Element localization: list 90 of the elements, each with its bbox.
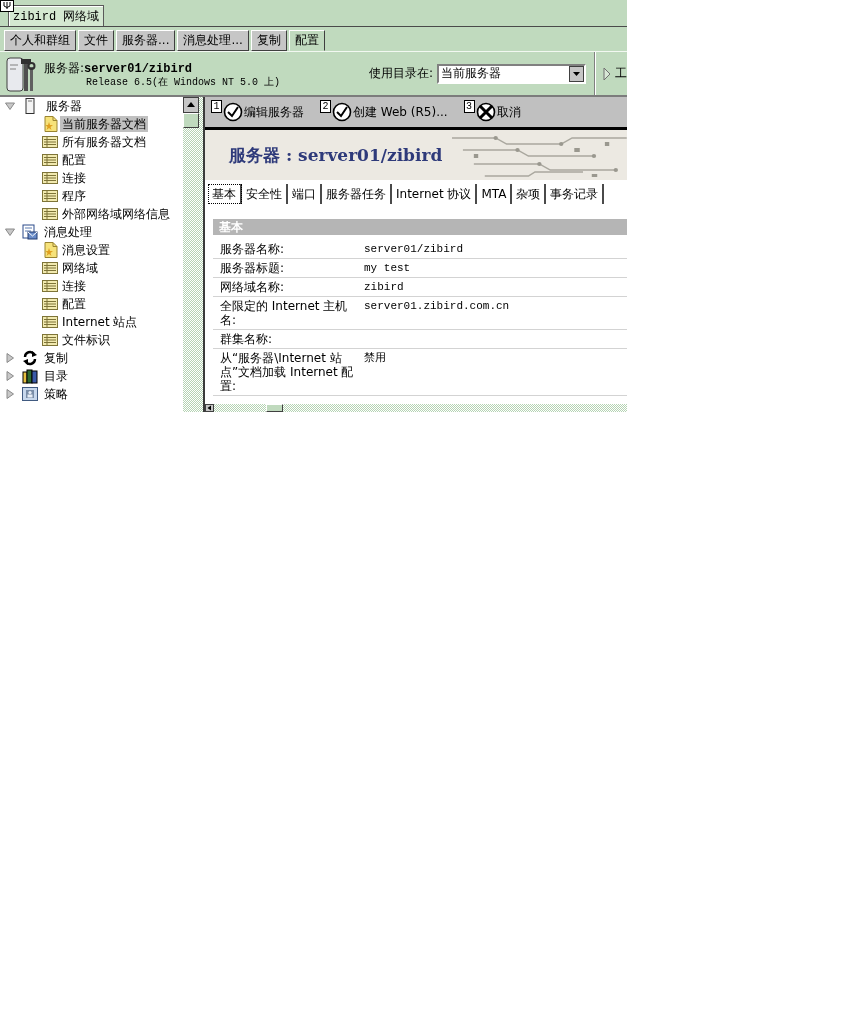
field-label: 服务器名称:: [220, 242, 286, 256]
action-button[interactable]: 3 取消: [461, 99, 523, 125]
form-tab[interactable]: 安全性: [242, 184, 288, 204]
collapse-arrow-icon[interactable]: [5, 101, 15, 111]
tree-item[interactable]: 连接: [60, 170, 88, 186]
step-number: 1: [211, 100, 222, 113]
tree-item[interactable]: 服务器: [44, 98, 84, 114]
scroll-thumb[interactable]: [183, 113, 199, 128]
field-value: 禁用: [364, 351, 386, 366]
directory-dropdown[interactable]: 当前服务器: [437, 63, 586, 84]
form-tab[interactable]: 服务器任务: [322, 184, 392, 204]
check-circle-icon: [332, 102, 352, 122]
tree-item[interactable]: 配置: [60, 296, 88, 312]
menu-tab[interactable]: 服务器...: [116, 30, 176, 51]
directory-label: 使用目录在:: [368, 65, 433, 82]
menu-tab[interactable]: 消息处理...: [177, 30, 249, 51]
vertical-scrollbar[interactable]: [183, 97, 199, 412]
horizontal-scrollbar[interactable]: [205, 404, 627, 412]
list-view-icon: [42, 136, 58, 148]
step-number: 2: [320, 100, 331, 113]
menu-tab[interactable]: 配置: [288, 30, 325, 51]
books-icon: [22, 368, 38, 384]
server-title: 服务器:server01/zibird: [44, 62, 194, 76]
expand-arrow-icon[interactable]: [5, 371, 15, 381]
step-number: 3: [463, 100, 475, 113]
tree-item[interactable]: 配置: [60, 152, 88, 168]
field-value: server01/zibird: [364, 242, 464, 256]
field-label: 从“服务器\Internet 站点”文档加载 Internet 配置:: [220, 351, 355, 393]
field-label: 全限定的 Internet 主机名:: [220, 299, 349, 327]
form-tab[interactable]: 端口: [288, 184, 322, 204]
action-button[interactable]: 1 编辑服务器: [209, 99, 306, 125]
action-button[interactable]: 2 创建 Web (R5)...: [318, 99, 450, 125]
tree-item[interactable]: 所有服务器文档: [60, 134, 148, 150]
pin-icon[interactable]: [0, 0, 14, 12]
form-tab[interactable]: 基本: [208, 184, 242, 204]
expand-arrow-icon[interactable]: [5, 389, 15, 399]
page-title: 服务器 : server01/zibird: [229, 143, 443, 167]
tree-item[interactable]: 当前服务器文档: [60, 116, 148, 132]
tree-item[interactable]: 消息处理: [42, 224, 94, 240]
crossed-tools-icon: [475, 102, 496, 122]
field-label: 群集名称:: [220, 332, 274, 346]
check-circle-icon: [223, 102, 243, 122]
tree-item[interactable]: 文件标识: [60, 332, 112, 348]
list-view-icon: [42, 208, 58, 220]
form-tab[interactable]: 事务记录: [546, 184, 605, 204]
menu-tab[interactable]: 个人和群组: [4, 30, 76, 51]
window-tab[interactable]: zibird 网络域: [8, 5, 105, 26]
form-tab[interactable]: MTA: [477, 184, 513, 204]
form-tab[interactable]: Internet 协议: [392, 184, 478, 204]
list-view-icon: [42, 190, 58, 202]
caret-icon: [569, 65, 584, 82]
list-view-icon: [42, 280, 58, 292]
tree-item[interactable]: Internet 站点: [60, 314, 140, 330]
tree-item[interactable]: 策略: [42, 386, 70, 402]
field-value: zibird: [364, 280, 404, 294]
form-tab[interactable]: 杂项: [512, 184, 547, 204]
menu-tab[interactable]: 文件: [78, 30, 114, 51]
list-view-icon: [42, 154, 58, 166]
collapse-arrow-icon[interactable]: [5, 227, 15, 237]
mail-document-icon: [22, 224, 38, 240]
tree-item[interactable]: 外部网络域网络信息: [60, 206, 172, 222]
list-view-icon: [42, 334, 58, 346]
framed-card-icon: [22, 387, 38, 401]
list-view-icon: [42, 172, 58, 184]
field-label: 服务器标题:: [220, 261, 286, 275]
field-label: 网络域名称:: [220, 280, 286, 294]
tree-item[interactable]: 程序: [60, 188, 88, 204]
scroll-thumb[interactable]: [266, 404, 283, 412]
expand-arrow-icon: [603, 66, 611, 81]
document-icon: [44, 242, 58, 258]
release-text: Release 6.5(在 Windows NT 5.0 上): [85, 76, 281, 89]
server-tools-icon: [6, 54, 36, 93]
tree-item[interactable]: 连接: [60, 278, 88, 294]
document-icon: [44, 116, 58, 132]
tree-item[interactable]: 网络域: [60, 260, 100, 276]
field-value: my test: [364, 261, 411, 275]
menu-tab[interactable]: 复制: [250, 30, 287, 51]
tree-item[interactable]: 消息设置: [60, 242, 112, 258]
section-header: 基本: [213, 219, 627, 235]
scroll-left-button[interactable]: [205, 404, 214, 412]
list-view-icon: [42, 298, 58, 310]
scroll-up-button[interactable]: [183, 97, 199, 113]
field-value: server01.zibird.com.cn: [364, 299, 510, 314]
tree-item[interactable]: 复制: [42, 350, 70, 366]
tree-item[interactable]: 目录: [42, 368, 70, 384]
tools-toggle[interactable]: 工: [603, 65, 627, 82]
list-view-icon: [42, 262, 58, 274]
circular-arrows-icon: [22, 350, 38, 366]
list-view-icon: [42, 316, 58, 328]
expand-arrow-icon[interactable]: [5, 353, 15, 363]
